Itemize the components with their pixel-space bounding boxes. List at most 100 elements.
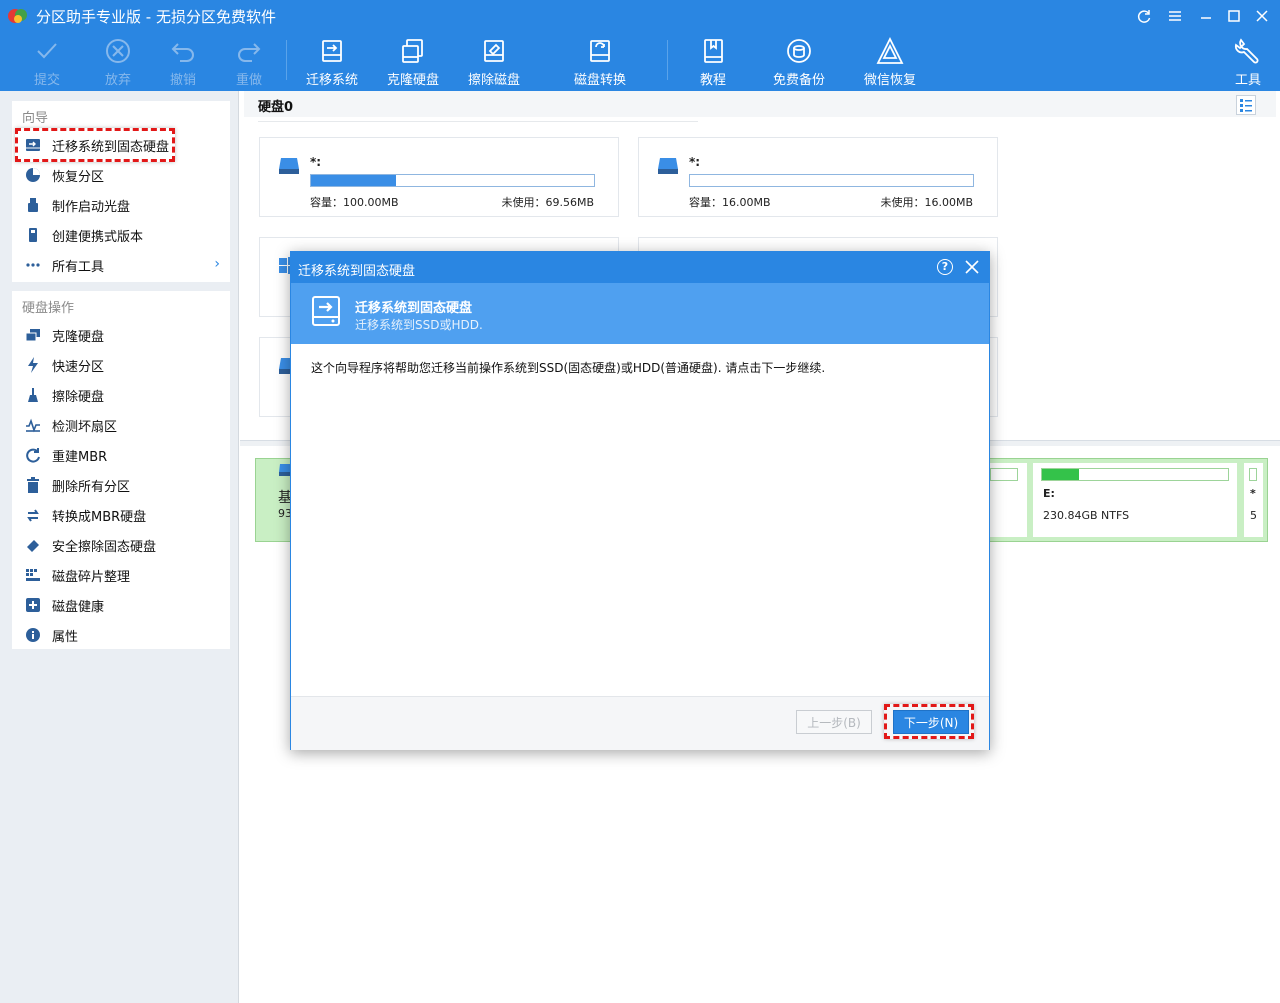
- help-icon[interactable]: ?: [937, 259, 953, 275]
- minimize-icon[interactable]: [1196, 6, 1216, 26]
- disk-migrate-icon: [24, 136, 42, 154]
- sidebar-item-label: 转换成MBR硬盘: [52, 509, 147, 525]
- disk-migrate-icon: [312, 296, 340, 326]
- disk-convert-icon: [590, 40, 610, 62]
- migrate-os-button[interactable]: 迁移系统: [297, 36, 367, 88]
- tutorial-button[interactable]: 教程: [678, 36, 748, 88]
- clone-disk-icon: [402, 39, 423, 63]
- app-logo-icon: [8, 9, 27, 23]
- sidebar-item-delete-all-partitions[interactable]: 删除所有分区: [20, 471, 224, 499]
- partition-usage-bar: [1249, 468, 1257, 481]
- partition-usage-fill: [1042, 469, 1080, 480]
- pie-icon: [24, 166, 42, 184]
- sidebar-item-label: 安全擦除固态硬盘: [52, 539, 157, 555]
- portable-icon: [24, 226, 42, 244]
- partition-info: 230.84GB NTFS: [1043, 509, 1130, 522]
- tutorial-label: 教程: [699, 73, 726, 88]
- sidebar-item-secure-erase-ssd[interactable]: 安全擦除固态硬盘: [20, 531, 224, 559]
- tools-button[interactable]: 工具: [1213, 36, 1280, 88]
- disk-map-partition[interactable]: [990, 463, 1027, 537]
- next-button[interactable]: 下一步(N): [893, 710, 969, 734]
- wipe-disk-button[interactable]: 擦除磁盘: [459, 36, 529, 88]
- discard-button[interactable]: 放弃: [83, 36, 153, 88]
- partition-capacity: 容量：100.00MB: [310, 196, 399, 209]
- sidebar-item-label: 检测坏扇区: [52, 419, 118, 435]
- sidebar-item-boot-disc[interactable]: 制作启动光盘: [20, 191, 224, 219]
- wizard-panel: 向导 迁移系统到固态硬盘 恢复分区 制作启动光盘 创建便携式版本 所有工具 ›: [12, 101, 230, 282]
- free-backup-button[interactable]: 免费备份: [764, 36, 834, 88]
- disk-label: 硬盘0: [258, 100, 294, 115]
- clone-disk-button[interactable]: 克隆硬盘: [378, 36, 448, 88]
- clone-disk-label: 克隆硬盘: [386, 73, 439, 88]
- refresh-icon[interactable]: [1134, 6, 1154, 26]
- sidebar-item-properties[interactable]: 属性: [20, 621, 224, 649]
- undo-button[interactable]: 撤销: [148, 36, 218, 88]
- disk-map-partition-e[interactable]: E: 230.84GB NTFS: [1033, 463, 1237, 537]
- previous-button[interactable]: 上一步(B): [796, 710, 872, 734]
- sidebar-item-portable-version[interactable]: 创建便携式版本: [20, 221, 224, 249]
- window-title: 分区助手专业版 - 无损分区免费软件: [36, 8, 276, 26]
- sidebar-item-all-tools[interactable]: 所有工具 ›: [20, 251, 224, 279]
- sidebar-item-label: 恢复分区: [52, 169, 105, 185]
- disk-convert-label: 磁盘转换: [573, 73, 626, 88]
- partition-usage-bar: [310, 174, 595, 187]
- sidebar-item-disk-health[interactable]: 磁盘健康: [20, 591, 224, 619]
- left-sidebar: 向导 迁移系统到固态硬盘 恢复分区 制作启动光盘 创建便携式版本 所有工具 › …: [0, 91, 239, 1003]
- partition-usage-fill: [311, 175, 396, 186]
- sidebar-item-clone-disk[interactable]: 克隆硬盘: [20, 321, 224, 349]
- wrench-icon: [1234, 38, 1259, 64]
- title-bar: 分区助手专业版 - 无损分区免费软件: [0, 0, 1280, 32]
- redo-button[interactable]: 重做: [214, 36, 284, 88]
- toolbar-divider: [286, 40, 287, 80]
- partition-card[interactable]: *: 容量：100.00MB 未使用：69.56MB: [259, 137, 619, 217]
- disk-convert-button[interactable]: 磁盘转换: [565, 36, 635, 88]
- usb-icon: [24, 196, 42, 214]
- drive-icon: [658, 158, 678, 174]
- sidebar-item-convert-to-mbr[interactable]: 转换成MBR硬盘: [20, 501, 224, 529]
- sidebar-item-quick-partition[interactable]: 快速分区: [20, 351, 224, 379]
- partition-card[interactable]: *: 容量：16.00MB 未使用：16.00MB: [638, 137, 998, 217]
- sidebar-item-label: 擦除硬盘: [52, 389, 105, 405]
- disk-ops-panel: 硬盘操作 克隆硬盘 快速分区 擦除硬盘 检测坏扇区 重建MBR 删除所有分区 转…: [12, 291, 230, 649]
- dialog-close-icon[interactable]: [963, 258, 981, 276]
- chevron-right-icon: ›: [214, 256, 220, 272]
- health-icon: [24, 596, 42, 614]
- sidebar-item-label: 重建MBR: [52, 449, 108, 465]
- top-bar: 分区助手专业版 - 无损分区免费软件 提交 放弃 撤销 重做 迁移系统 克隆硬盘…: [0, 0, 1280, 91]
- commit-button[interactable]: 提交: [12, 36, 82, 88]
- sidebar-item-rebuild-mbr[interactable]: 重建MBR: [20, 441, 224, 469]
- wizard-panel-title: 向导: [22, 111, 49, 126]
- sidebar-item-label: 快速分区: [52, 359, 105, 375]
- sidebar-item-defrag[interactable]: 磁盘碎片整理: [20, 561, 224, 589]
- wipe-disk-label: 擦除磁盘: [467, 73, 520, 88]
- partition-unused: 未使用：16.00MB: [880, 196, 973, 209]
- undo-label: 撤销: [169, 73, 196, 88]
- maximize-icon[interactable]: [1224, 6, 1244, 26]
- dialog-subheading: 迁移系统到SSD或HDD.: [355, 318, 483, 332]
- dialog-heading: 迁移系统到固态硬盘: [355, 301, 473, 316]
- close-icon[interactable]: [1252, 6, 1272, 26]
- sidebar-item-label: 创建便携式版本: [52, 229, 144, 245]
- disk-map-partition[interactable]: * 5: [1244, 463, 1263, 537]
- sidebar-item-check-bad-sectors[interactable]: 检测坏扇区: [20, 411, 224, 439]
- rebuild-icon: [24, 446, 42, 464]
- convert-icon: [24, 506, 42, 524]
- partition-usage-bar: [689, 174, 974, 187]
- partition-unused: 未使用：69.56MB: [501, 196, 594, 209]
- info-icon: [24, 626, 42, 644]
- menu-icon[interactable]: [1165, 6, 1185, 26]
- dialog-title: 迁移系统到固态硬盘: [298, 264, 416, 279]
- commit-label: 提交: [33, 73, 60, 88]
- wechat-recovery-label: 微信恢复: [863, 73, 916, 88]
- wechat-recovery-button[interactable]: 微信恢复: [855, 36, 925, 88]
- redo-icon: [238, 43, 261, 62]
- sidebar-item-wipe-disk[interactable]: 擦除硬盘: [20, 381, 224, 409]
- toolbar-divider: [667, 40, 668, 80]
- disk-migrate-icon: [322, 40, 342, 62]
- sidebar-item-label: 制作启动光盘: [52, 199, 131, 215]
- view-toggle-button[interactable]: [1236, 95, 1256, 115]
- sidebar-item-label: 磁盘健康: [52, 599, 105, 615]
- dots-icon: [24, 256, 42, 274]
- sidebar-item-recover-partition[interactable]: 恢复分区: [20, 161, 224, 189]
- sidebar-item-migrate-os-to-ssd[interactable]: 迁移系统到固态硬盘: [20, 131, 224, 159]
